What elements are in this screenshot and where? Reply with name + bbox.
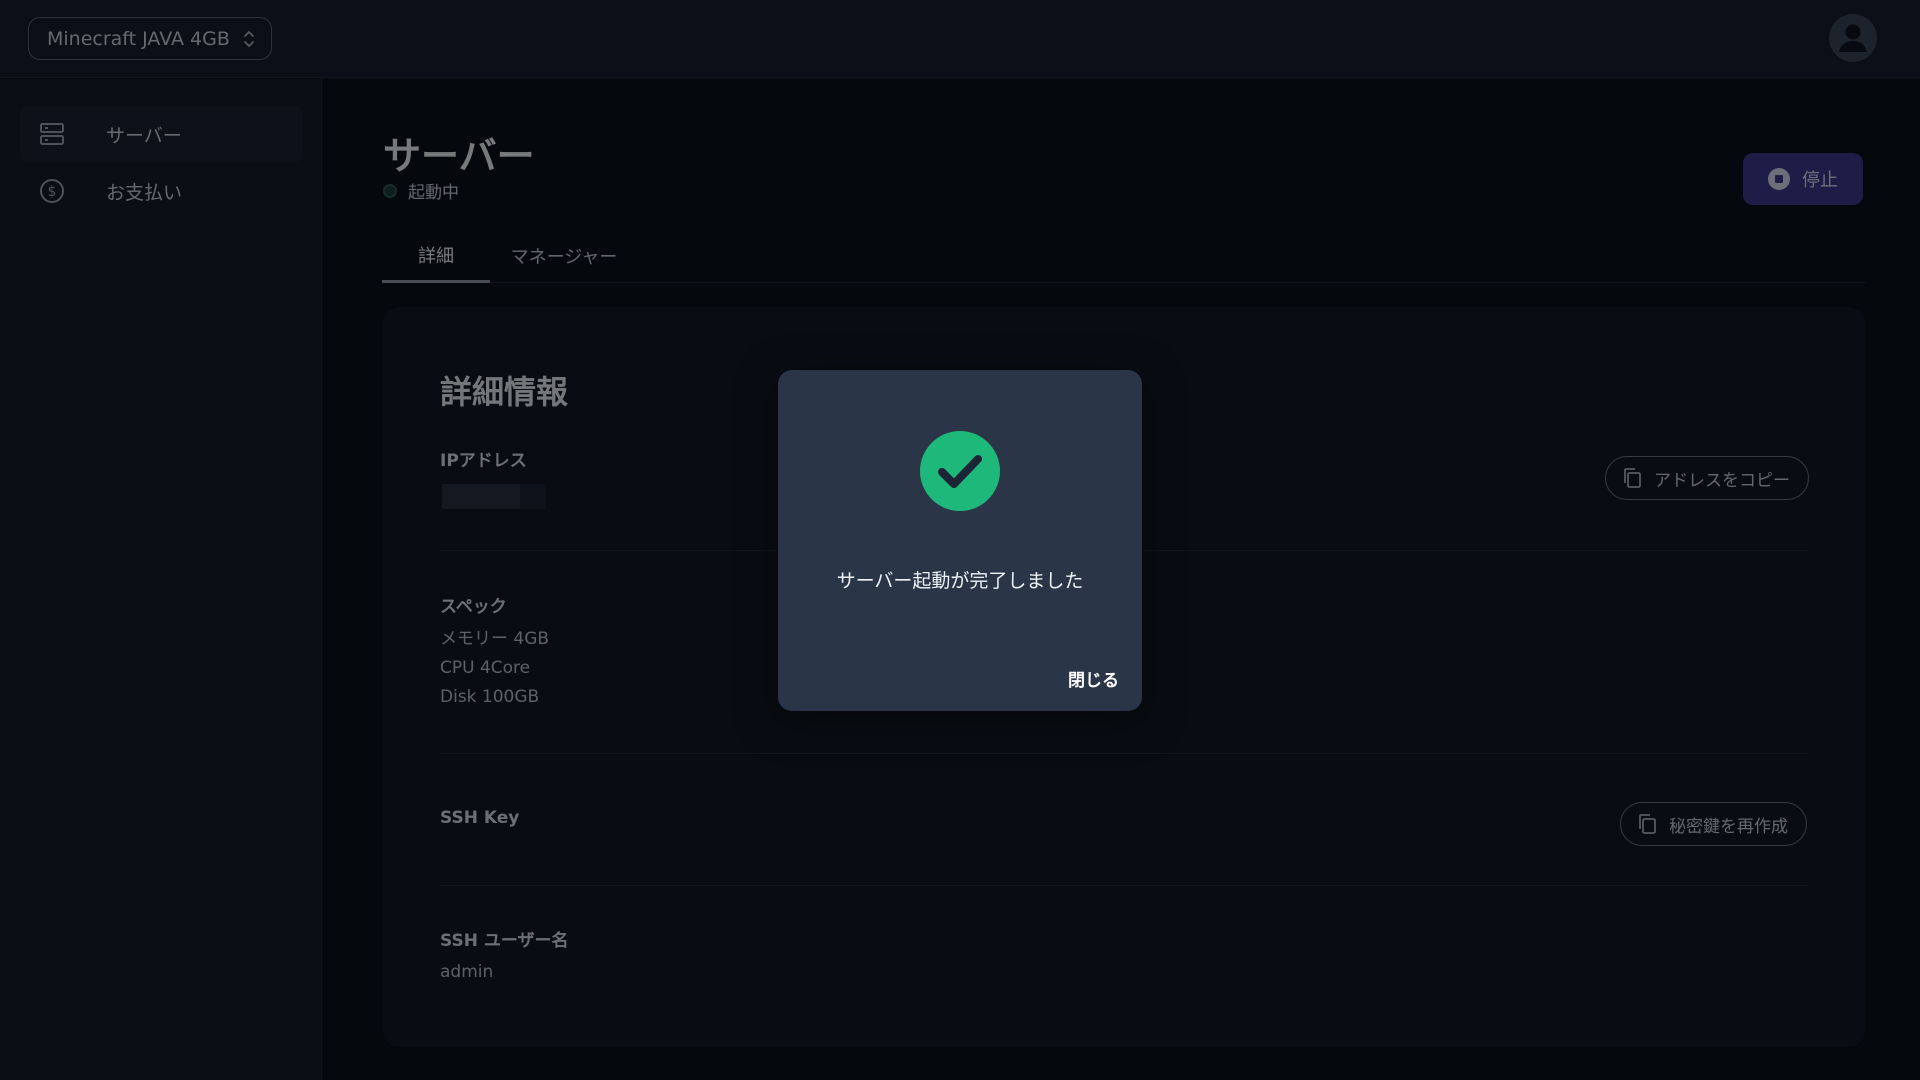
success-dialog: サーバー起動が完了しました 閉じる: [778, 370, 1142, 711]
dialog-message: サーバー起動が完了しました: [836, 570, 1084, 592]
check-circle-icon: [920, 431, 1000, 511]
close-button[interactable]: 閉じる: [1068, 666, 1119, 691]
